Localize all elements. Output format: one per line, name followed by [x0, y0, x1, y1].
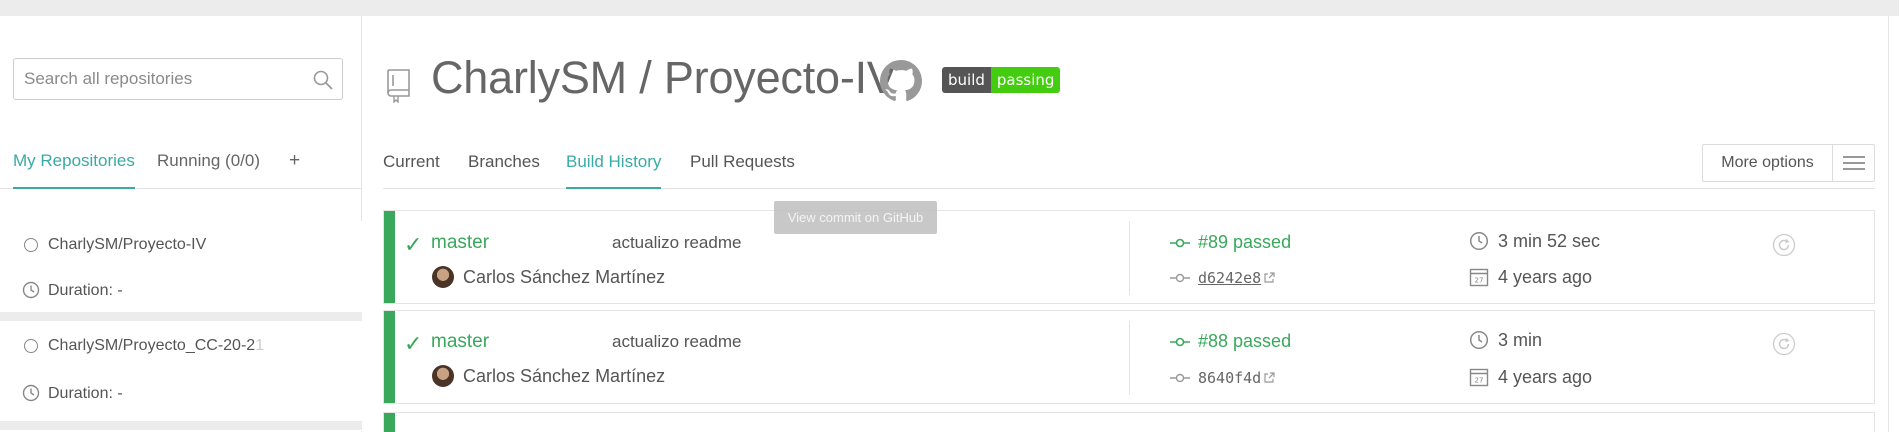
badge-status: passing	[990, 67, 1061, 93]
tab-pull-requests[interactable]: Pull Requests	[690, 152, 795, 189]
tab-current[interactable]: Current	[383, 152, 440, 189]
build-row[interactable]: ✓ master actualizo readme Carlos Sánchez…	[383, 310, 1875, 404]
author-name: Carlos Sánchez Martínez	[463, 366, 666, 386]
repo-list-item[interactable]: CharlySM/Proyecto-IV Duration: -	[0, 221, 362, 317]
repository-icon	[387, 69, 410, 103]
build-row[interactable]: ✓ master actualizo readme Carlos Sánchez…	[383, 210, 1875, 304]
clock-icon	[22, 281, 40, 299]
commit-icon	[1170, 373, 1190, 383]
main-content: CharlySM / Proyecto-IV build passing Cur…	[363, 16, 1899, 432]
status-stripe	[384, 211, 395, 303]
tooltip: View commit on GitHub	[774, 201, 937, 234]
external-link-icon[interactable]	[1263, 372, 1275, 384]
build-finished: 4 years ago	[1498, 267, 1593, 287]
status-circle-icon	[24, 238, 38, 252]
sidebar: My Repositories Running (0/0) + CharlySM…	[0, 16, 362, 432]
branch-name[interactable]: master	[431, 331, 489, 353]
build-duration: 3 min 52 sec	[1498, 231, 1601, 251]
repo-list-item[interactable]: CharlySM/Proyecto_CC-20-21 Duration: -	[0, 321, 362, 431]
build-commit-icon	[1170, 337, 1190, 347]
build-number[interactable]: #89 passed	[1198, 232, 1291, 253]
repo-duration: Duration: -	[48, 282, 123, 299]
avatar	[432, 365, 454, 387]
svg-text:27: 27	[1475, 277, 1484, 285]
clock-icon	[22, 384, 40, 402]
status-circle-icon	[24, 339, 38, 353]
page-title: CharlySM / Proyecto-IV	[431, 52, 897, 103]
search-input[interactable]	[14, 59, 294, 99]
repo-separator	[0, 312, 362, 321]
branch-name[interactable]: master	[431, 232, 489, 254]
svg-text:27: 27	[1475, 377, 1484, 385]
hamburger-menu-icon[interactable]	[1833, 145, 1874, 181]
divider	[1129, 221, 1130, 295]
tab-branches[interactable]: Branches	[468, 152, 540, 189]
commit-icon	[1170, 273, 1190, 283]
restart-build-icon[interactable]	[1772, 233, 1796, 257]
build-status-badge[interactable]: build passing	[942, 67, 1061, 93]
search-icon[interactable]	[312, 69, 334, 91]
external-link-icon[interactable]	[1263, 272, 1275, 284]
commit-message: actualizo readme	[612, 233, 742, 252]
build-row[interactable]	[383, 412, 1875, 432]
add-repository-button[interactable]: +	[289, 151, 300, 189]
calendar-icon: 27	[1469, 368, 1489, 387]
build-finished: 4 years ago	[1498, 367, 1593, 387]
more-options-button[interactable]: More options	[1702, 144, 1875, 182]
repo-name[interactable]: CharlySM/Proyecto-IV	[48, 236, 206, 254]
build-duration: 3 min	[1498, 330, 1543, 350]
tab-build-history[interactable]: Build History	[566, 152, 662, 189]
repo-name[interactable]: CharlySM/Proyecto_CC-20-21	[48, 337, 264, 355]
top-bar	[0, 0, 1899, 16]
tab-running[interactable]: Running (0/0)	[157, 151, 260, 189]
commit-sha-link[interactable]: d6242e8	[1198, 269, 1261, 287]
status-stripe	[384, 311, 395, 403]
status-stripe	[384, 413, 395, 432]
tab-my-repositories[interactable]: My Repositories	[13, 151, 135, 189]
calendar-icon: 27	[1469, 268, 1489, 287]
author-name: Carlos Sánchez Martínez	[463, 267, 666, 287]
sidebar-tabs: My Repositories Running (0/0) +	[0, 151, 362, 189]
check-icon: ✓	[404, 232, 423, 257]
search-box[interactable]	[13, 58, 343, 100]
build-number[interactable]: #88 passed	[1198, 331, 1291, 352]
divider	[1129, 321, 1130, 395]
badge-label: build	[942, 67, 991, 93]
scrollbar-track[interactable]	[1888, 16, 1889, 432]
repo-tabs: Current Branches Build History Pull Requ…	[383, 152, 1875, 189]
clock-icon	[1469, 231, 1489, 251]
repo-duration: Duration: -	[48, 385, 123, 402]
restart-build-icon[interactable]	[1772, 332, 1796, 356]
commit-sha-link[interactable]: 8640f4d	[1198, 369, 1261, 387]
clock-icon	[1469, 330, 1489, 350]
commit-message: actualizo readme	[612, 332, 742, 351]
more-options-label[interactable]: More options	[1703, 145, 1833, 181]
github-icon[interactable]	[880, 60, 922, 102]
check-icon: ✓	[404, 331, 423, 356]
repo-separator	[0, 421, 362, 430]
avatar	[432, 266, 454, 288]
build-commit-icon	[1170, 238, 1190, 248]
